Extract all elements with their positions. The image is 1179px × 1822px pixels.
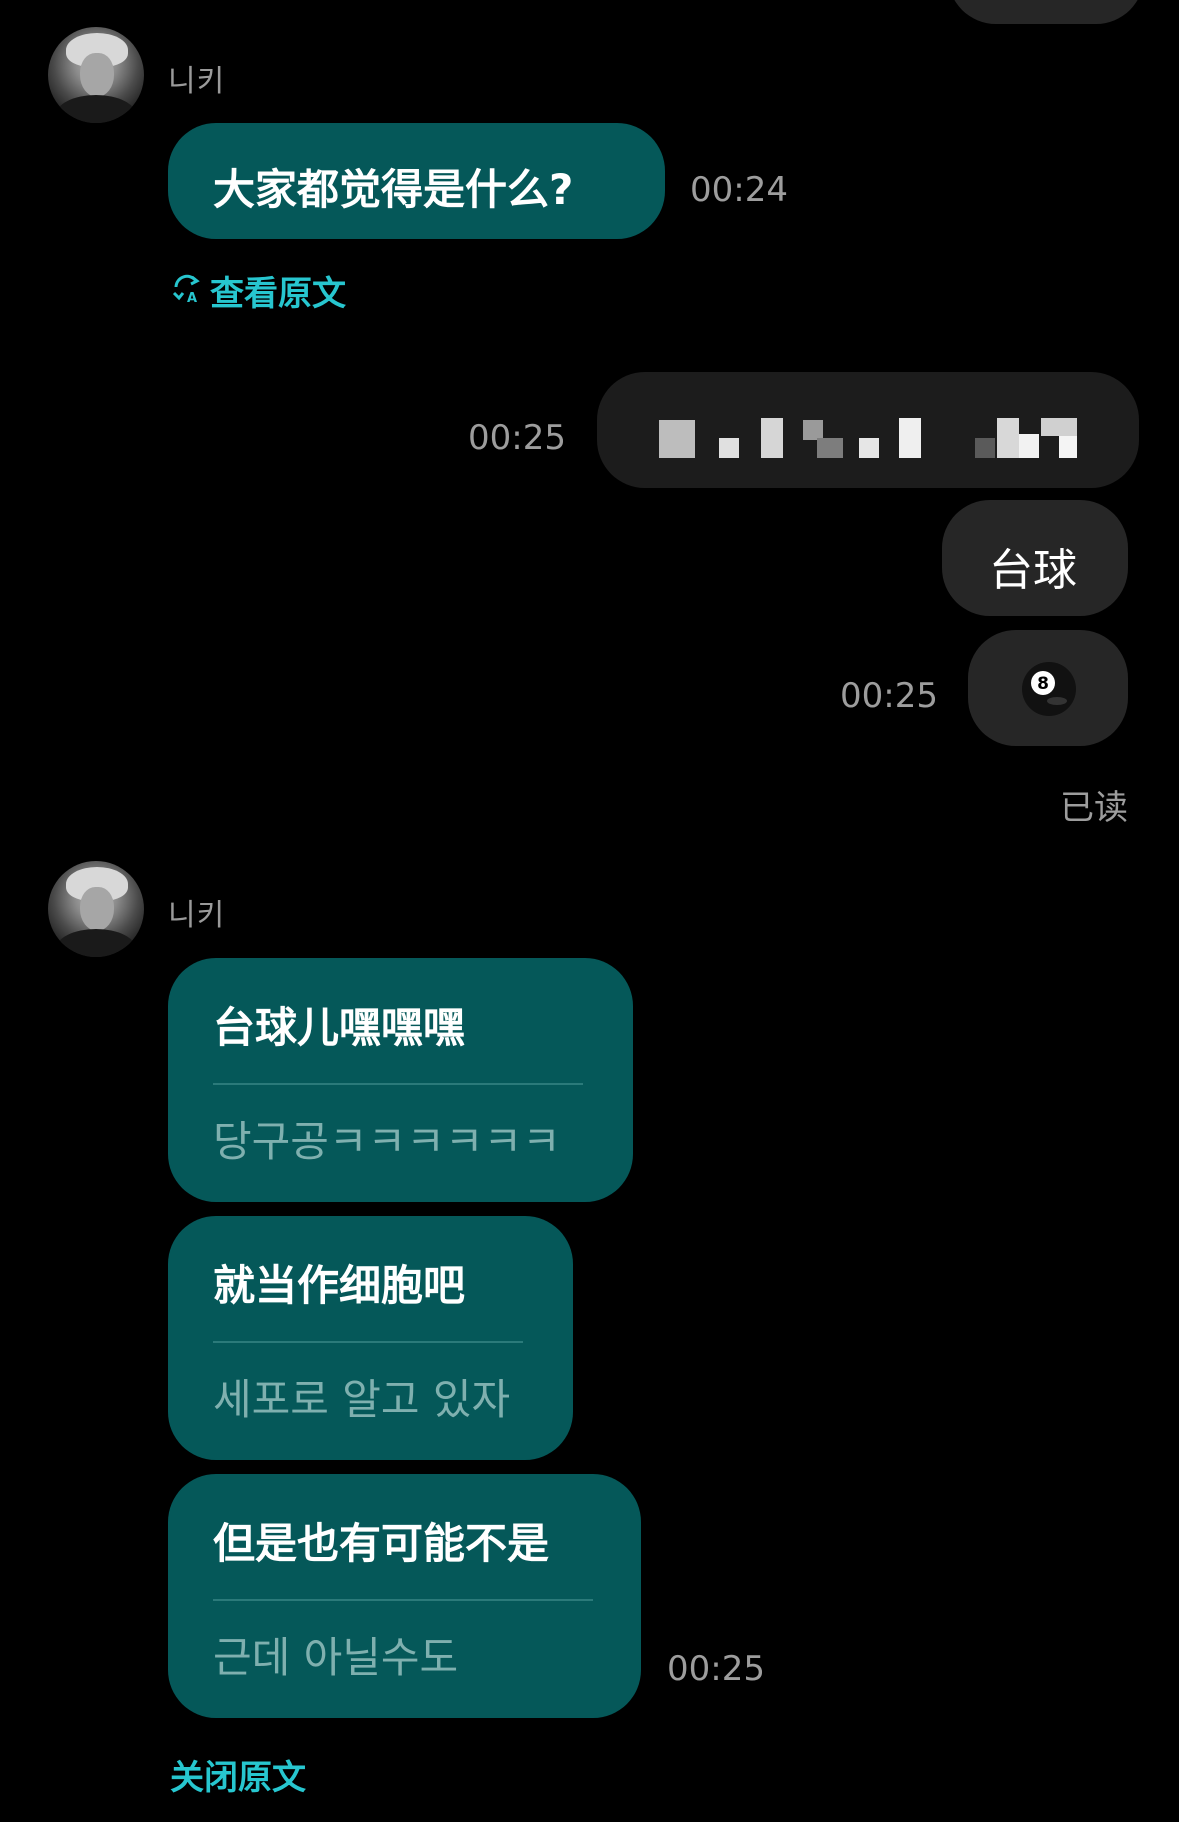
- incoming-message-bubble[interactable]: 就当作细胞吧 세포로 알고 있자: [168, 1216, 573, 1460]
- translation-divider: [213, 1083, 583, 1085]
- incoming-message-bubble[interactable]: 但是也有可能不是 근데 아닐수도: [168, 1474, 641, 1718]
- view-original-link[interactable]: 查看原文: [210, 266, 346, 315]
- sender-avatar[interactable]: [48, 861, 144, 957]
- message-text: 就当作细胞吧: [213, 1261, 466, 1310]
- sender-name: 니키: [168, 898, 226, 933]
- outgoing-message-bubble-redacted[interactable]: [597, 372, 1139, 488]
- message-timestamp: 00:25: [667, 1649, 765, 1689]
- redacted-mosaic: [597, 372, 1139, 488]
- partial-outgoing-bubble: [948, 0, 1144, 24]
- original-text: 세포로 알고 있자: [213, 1375, 511, 1424]
- message-text: 但是也有可能不是: [213, 1519, 550, 1568]
- svg-text:A: A: [187, 291, 197, 306]
- read-receipt: 已读: [1060, 788, 1128, 828]
- incoming-message-bubble[interactable]: 大家都觉得是什么?: [168, 123, 665, 239]
- message-timestamp: 00:24: [690, 170, 788, 210]
- translate-refresh-icon[interactable]: A: [170, 272, 204, 306]
- message-timestamp: 00:25: [468, 418, 566, 458]
- translation-divider: [213, 1341, 523, 1343]
- message-timestamp: 00:25: [840, 676, 938, 716]
- sender-avatar[interactable]: [48, 27, 144, 123]
- sender-name: 니키: [168, 64, 226, 99]
- incoming-message-bubble[interactable]: 台球儿嘿嘿嘿 당구공ㅋㅋㅋㅋㅋㅋ: [168, 958, 633, 1202]
- svg-text:8: 8: [1037, 674, 1049, 694]
- eight-ball-icon: 8: [1022, 662, 1076, 716]
- message-text: 大家都觉得是什么?: [213, 165, 574, 214]
- message-text: 台球: [989, 545, 1077, 596]
- message-text: 台球儿嘿嘿嘿: [213, 1003, 466, 1052]
- close-original-link[interactable]: 关闭原文: [170, 1750, 306, 1799]
- translation-divider: [213, 1599, 593, 1601]
- outgoing-message-bubble[interactable]: 台球: [942, 500, 1128, 616]
- original-text: 근데 아닐수도: [213, 1633, 459, 1682]
- original-text: 당구공ㅋㅋㅋㅋㅋㅋ: [213, 1117, 561, 1166]
- outgoing-emoji-bubble[interactable]: 8: [968, 630, 1128, 746]
